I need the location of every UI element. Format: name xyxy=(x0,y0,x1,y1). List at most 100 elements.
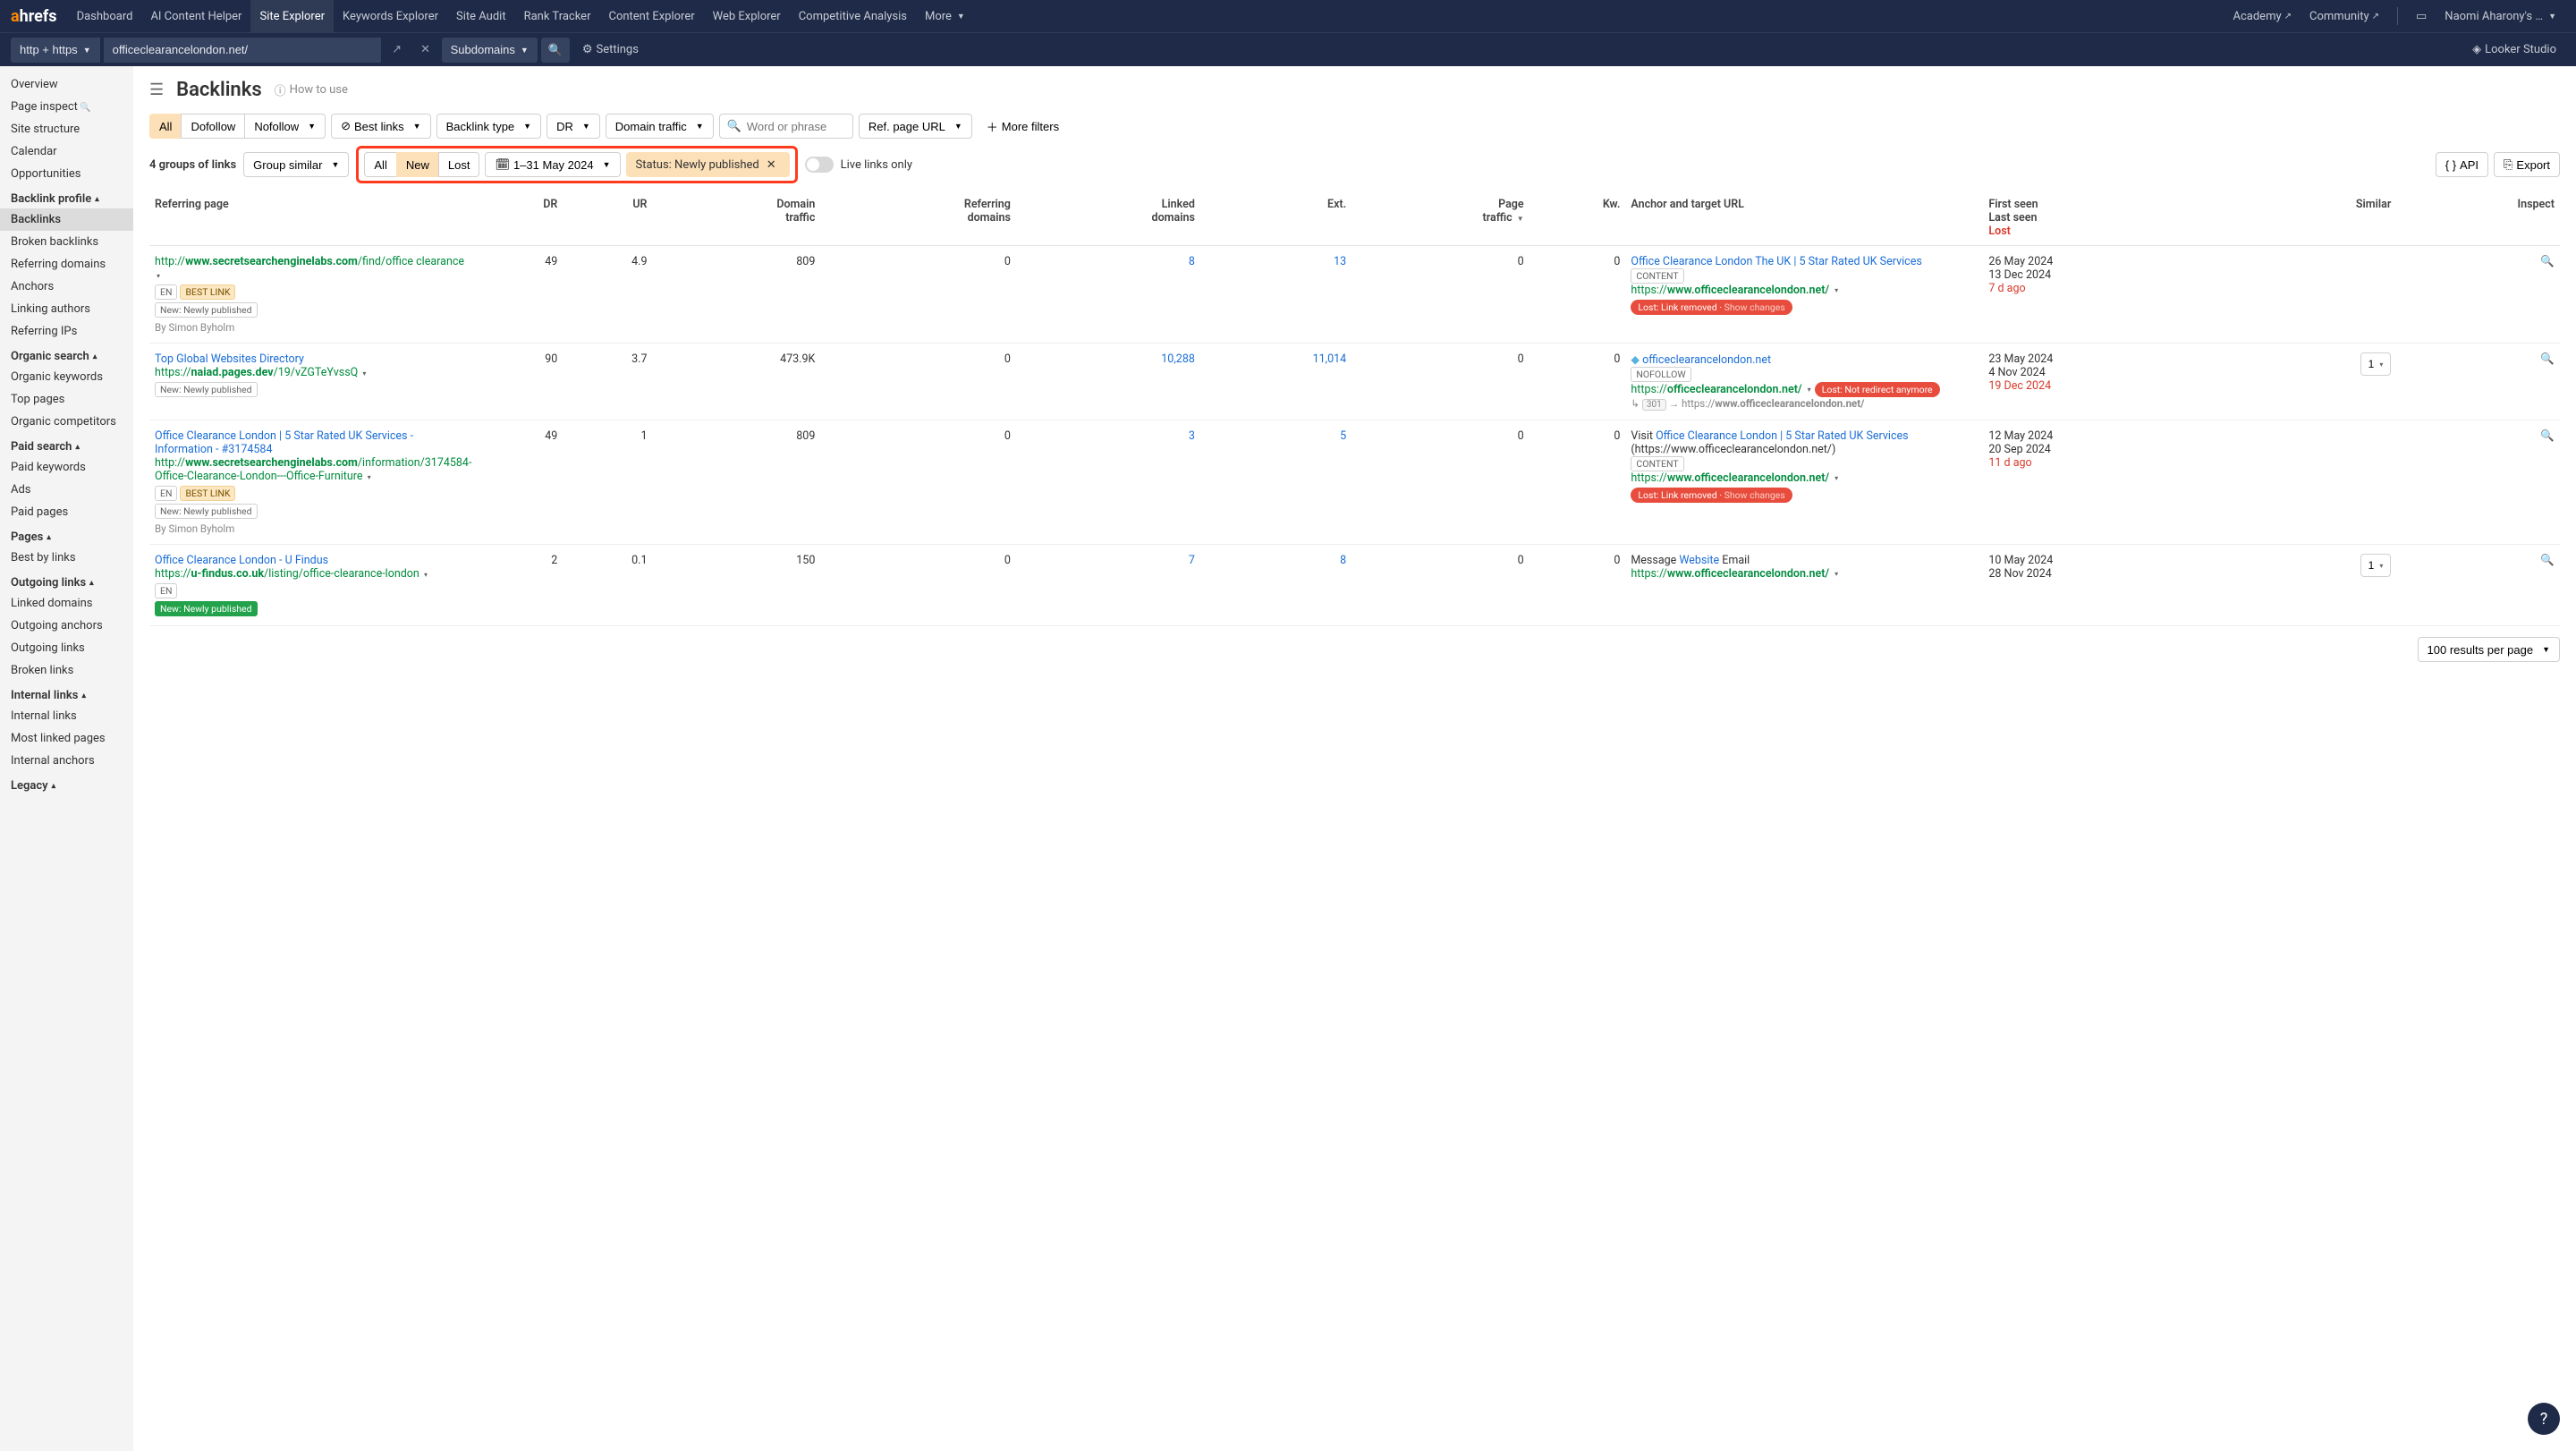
anchor-text[interactable]: Office Clearance London | 5 Star Rated U… xyxy=(1656,429,1909,443)
sidebar-item-linking-authors[interactable]: Linking authors xyxy=(0,298,133,320)
sidebar-group-legacy[interactable]: Legacy▴ xyxy=(0,772,133,795)
sidebar-item-page-inspect[interactable]: Page inspect 🔍 xyxy=(0,96,133,118)
referring-url[interactable]: https://naiad.pages.dev/19/vZGTeYvssQ xyxy=(155,366,358,379)
more-filters-button[interactable]: ＋ More filters xyxy=(978,114,1068,139)
col-dr[interactable]: DR xyxy=(477,191,563,246)
target-url[interactable]: https://www.officeclearancelondon.net/ xyxy=(1631,567,1829,581)
col-dates[interactable]: First seen Last seen Lost xyxy=(1983,191,2239,246)
sidebar-toggle-icon[interactable]: ☰ xyxy=(149,81,164,99)
nav-keywords-explorer[interactable]: Keywords Explorer xyxy=(334,0,447,32)
sidebar-item-organic-keywords[interactable]: Organic keywords xyxy=(0,366,133,388)
tab-all[interactable]: All xyxy=(364,152,396,177)
similar-count[interactable]: 1 ▾ xyxy=(2360,554,2392,577)
nav-content-explorer[interactable]: Content Explorer xyxy=(599,0,703,32)
nav-web-explorer[interactable]: Web Explorer xyxy=(704,0,790,32)
sidebar-item-site-structure[interactable]: Site structure xyxy=(0,118,133,140)
device-icon[interactable]: ▭ xyxy=(2407,0,2436,32)
date-range-filter[interactable]: 🗓 1–31 May 2024▼ xyxy=(485,152,620,177)
nav-ai-content-helper[interactable]: AI Content Helper xyxy=(141,0,250,32)
col-page-traffic[interactable]: Page traffic ▼ xyxy=(1352,191,1530,246)
nav-competitive-analysis[interactable]: Competitive Analysis xyxy=(790,0,916,32)
inspect-icon[interactable]: 🔍 xyxy=(2540,554,2555,567)
logo[interactable]: ahrefs xyxy=(11,7,57,26)
cell-linked-domains[interactable]: 10,288 xyxy=(1016,344,1200,420)
referring-url[interactable]: https://u-findus.co.uk/listing/office-cl… xyxy=(155,567,419,581)
sidebar-group-backlink-profile[interactable]: Backlink profile▴ xyxy=(0,185,133,208)
col-ext[interactable]: Ext. xyxy=(1200,191,1352,246)
word-phrase-filter[interactable]: 🔍 xyxy=(719,114,853,139)
cell-linked-domains[interactable]: 8 xyxy=(1016,246,1200,344)
tab-lost[interactable]: Lost xyxy=(438,152,480,177)
nav-dashboard[interactable]: Dashboard xyxy=(68,0,142,32)
col-linked-domains[interactable]: Linked domains xyxy=(1016,191,1200,246)
col-kw[interactable]: Kw. xyxy=(1530,191,1626,246)
referring-title[interactable]: Office Clearance London | 5 Star Rated U… xyxy=(155,429,413,456)
nav-community[interactable]: Community↗ xyxy=(2301,0,2388,32)
anchor-text[interactable]: Office Clearance London The UK | 5 Star … xyxy=(1631,255,1921,268)
sidebar-item-backlinks[interactable]: Backlinks xyxy=(0,208,133,231)
group-similar-select[interactable]: Group similar▼ xyxy=(243,152,349,177)
inspect-icon[interactable]: 🔍 xyxy=(2540,255,2555,268)
cell-linked-domains[interactable]: 7 xyxy=(1016,545,1200,626)
results-per-page-select[interactable]: 100 results per page▼ xyxy=(2418,637,2560,662)
follow-dofollow[interactable]: Dofollow xyxy=(181,114,245,139)
nav-more[interactable]: More▼ xyxy=(916,0,974,32)
col-anchor[interactable]: Anchor and target URL xyxy=(1625,191,1983,246)
status-tag[interactable]: Status: Newly published ✕ xyxy=(626,152,790,177)
sidebar-item-linked-domains[interactable]: Linked domains xyxy=(0,592,133,615)
col-domain-traffic[interactable]: Domain traffic xyxy=(653,191,821,246)
follow-all[interactable]: All xyxy=(149,114,182,139)
tab-new[interactable]: New xyxy=(396,152,439,177)
follow-nofollow[interactable]: Nofollow▼ xyxy=(244,114,326,139)
cell-ext[interactable]: 5 xyxy=(1200,420,1352,545)
domain-input[interactable] xyxy=(104,38,381,63)
cell-ext[interactable]: 13 xyxy=(1200,246,1352,344)
word-phrase-input[interactable] xyxy=(747,120,845,133)
sidebar-item-referring-domains[interactable]: Referring domains xyxy=(0,253,133,276)
domain-traffic-filter[interactable]: Domain traffic▼ xyxy=(606,114,714,139)
sidebar-item-outgoing-links[interactable]: Outgoing links xyxy=(0,637,133,659)
col-inspect[interactable]: Inspect xyxy=(2396,191,2560,246)
sidebar-item-ads[interactable]: Ads xyxy=(0,479,133,501)
target-url[interactable]: https://www.officeclearancelondon.net/ xyxy=(1631,471,1829,485)
cell-ext[interactable]: 8 xyxy=(1200,545,1352,626)
ref-page-url-filter[interactable]: Ref. page URL▼ xyxy=(859,114,972,139)
target-url[interactable]: https://officeclearancelondon.net/ xyxy=(1631,383,1801,396)
nav-site-audit[interactable]: Site Audit xyxy=(447,0,515,32)
sidebar-item-internal-links[interactable]: Internal links xyxy=(0,705,133,727)
referring-title[interactable]: Top Global Websites Directory xyxy=(155,352,304,366)
open-external-icon[interactable]: ↗ xyxy=(385,38,410,63)
sidebar-item-internal-anchors[interactable]: Internal anchors xyxy=(0,750,133,772)
sidebar-item-best-by-links[interactable]: Best by links xyxy=(0,547,133,569)
backlink-type-filter[interactable]: Backlink type▼ xyxy=(436,114,542,139)
subdomains-select[interactable]: Subdomains▼ xyxy=(442,38,538,63)
sidebar-item-opportunities[interactable]: Opportunities xyxy=(0,163,133,185)
inspect-icon[interactable]: 🔍 xyxy=(2540,352,2555,366)
cell-linked-domains[interactable]: 3 xyxy=(1016,420,1200,545)
best-links-filter[interactable]: ⊘ Best links▼ xyxy=(331,114,430,139)
col-similar[interactable]: Similar xyxy=(2240,191,2397,246)
sidebar-group-organic-search[interactable]: Organic search▴ xyxy=(0,343,133,366)
export-button[interactable]: ⎘ Export xyxy=(2494,152,2560,177)
sidebar-item-organic-competitors[interactable]: Organic competitors xyxy=(0,411,133,433)
sidebar-item-top-pages[interactable]: Top pages xyxy=(0,388,133,411)
settings-link[interactable]: ⚙ Settings xyxy=(573,34,648,66)
col-ur[interactable]: UR xyxy=(563,191,652,246)
nav-academy[interactable]: Academy↗ xyxy=(2224,0,2301,32)
sidebar-group-outgoing-links[interactable]: Outgoing links▴ xyxy=(0,569,133,592)
lost-pill[interactable]: Lost: Link removed · Show changes xyxy=(1631,488,1792,503)
anchor-text[interactable]: Website xyxy=(1679,554,1719,567)
clear-icon[interactable]: ✕ xyxy=(413,38,438,63)
sidebar-item-anchors[interactable]: Anchors xyxy=(0,276,133,298)
referring-title[interactable]: Office Clearance London - U Findus xyxy=(155,554,328,567)
sidebar-group-internal-links[interactable]: Internal links▴ xyxy=(0,682,133,705)
nav-rank-tracker[interactable]: Rank Tracker xyxy=(515,0,600,32)
sidebar-item-referring-ips[interactable]: Referring IPs xyxy=(0,320,133,343)
status-tag-close-icon[interactable]: ✕ xyxy=(763,158,780,172)
sidebar-item-broken-backlinks[interactable]: Broken backlinks xyxy=(0,231,133,253)
col-referring-page[interactable]: Referring page xyxy=(149,191,477,246)
nav-site-explorer[interactable]: Site Explorer xyxy=(250,0,334,32)
referring-url[interactable]: http://www.secretsearchenginelabs.com/in… xyxy=(155,456,471,483)
looker-studio-link[interactable]: ◈ Looker Studio xyxy=(2463,34,2565,66)
cell-ext[interactable]: 11,014 xyxy=(1200,344,1352,420)
